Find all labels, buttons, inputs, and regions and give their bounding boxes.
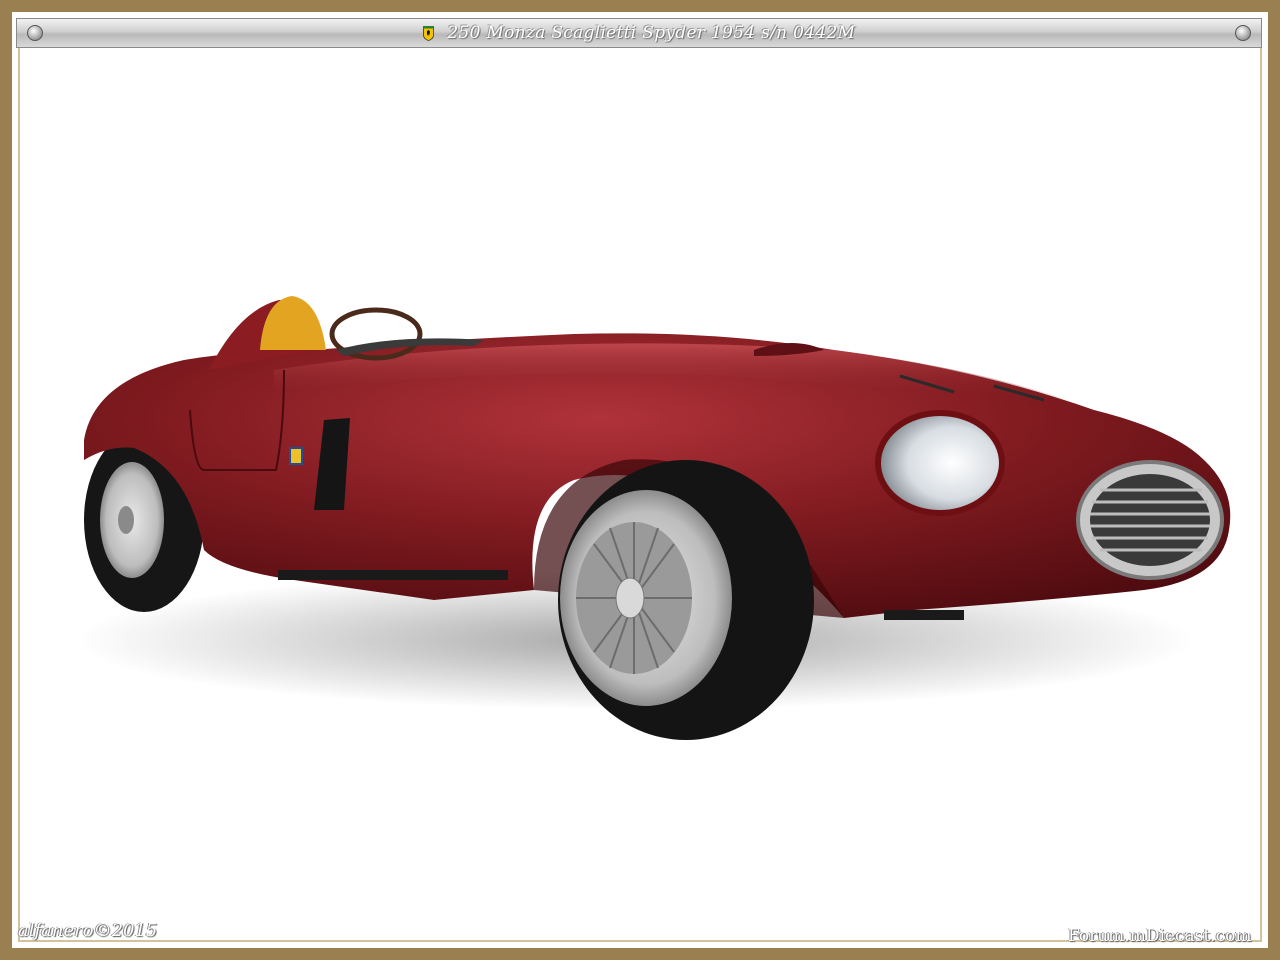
title-plate: 250 Monza Scaglietti Spyder 1954 s/n 044… <box>16 18 1262 48</box>
screw-icon <box>1235 25 1251 41</box>
car-photo <box>74 296 1231 740</box>
page-title: 250 Monza Scaglietti Spyder 1954 s/n 044… <box>422 23 856 43</box>
headlamp <box>875 410 1005 516</box>
author-watermark: alfanero©2015 <box>18 920 158 941</box>
prancing-horse-badge-icon <box>422 26 434 41</box>
screw-icon <box>27 25 43 41</box>
side-emblem-icon <box>289 447 303 465</box>
front-grille <box>1076 460 1224 580</box>
front-undertray <box>884 610 964 620</box>
undertray <box>278 570 508 580</box>
title-text: 250 Monza Scaglietti Spyder 1954 s/n 044… <box>447 23 856 43</box>
site-watermark: Forum.mDiecast.com <box>1068 926 1252 946</box>
front-wheel <box>558 460 814 740</box>
